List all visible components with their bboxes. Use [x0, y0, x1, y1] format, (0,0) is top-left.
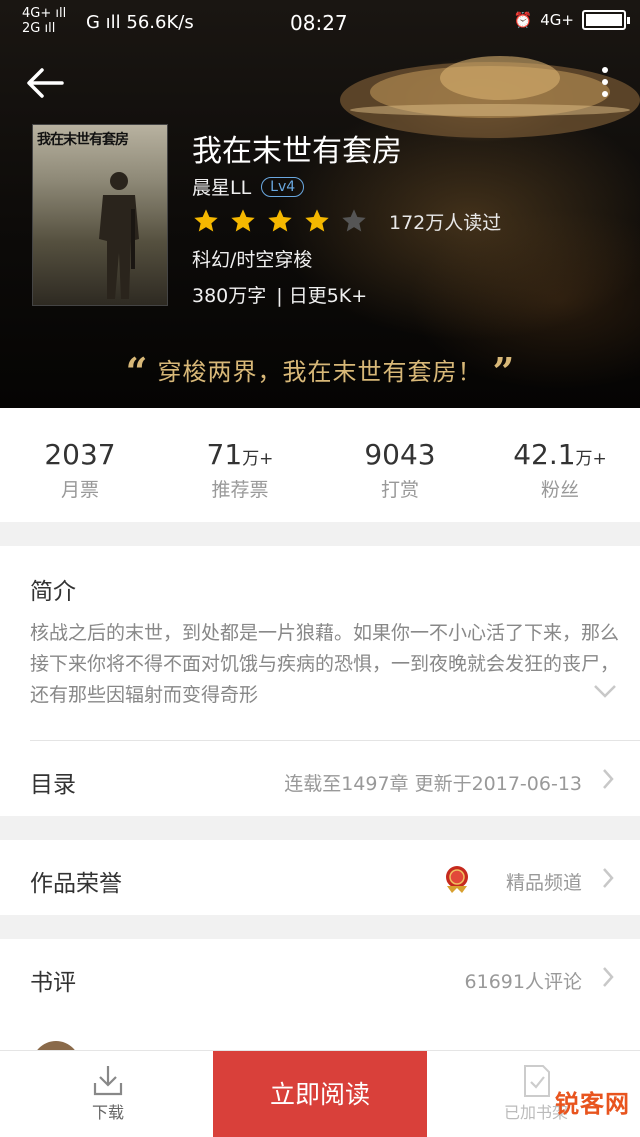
stat-value: 9043: [364, 438, 436, 471]
stat-value: 2037: [44, 438, 116, 471]
stat-unit: 万+: [242, 449, 274, 469]
star-filled-icon: [231, 209, 255, 232]
author-level-badge: Lv4: [261, 176, 305, 197]
stat-label: 月票: [60, 479, 99, 501]
stats-bar: 2037 月票 71万+ 推荐票 9043 打赏 42.1万+ 粉丝: [0, 408, 640, 522]
open-quote-icon: “: [125, 348, 148, 394]
stat-recommend-tickets[interactable]: 71万+ 推荐票: [160, 408, 320, 522]
right-network-label: 4G+: [540, 11, 574, 29]
speed-label: 56.6K/s: [126, 12, 194, 33]
cover-title: 我在末世有套房: [37, 132, 129, 148]
stat-tips[interactable]: 9043 打赏: [320, 408, 480, 522]
star-filled-icon: [305, 209, 329, 232]
back-arrow-icon[interactable]: [22, 60, 68, 106]
medal-icon: [446, 866, 468, 893]
close-quote-icon: ”: [492, 348, 515, 394]
book-meta: 380万字 | 日更5K+: [192, 281, 367, 308]
alarm-icon: ⏰: [513, 11, 533, 29]
read-now-button[interactable]: 立即阅读: [213, 1051, 427, 1137]
stat-value: 71: [206, 438, 243, 471]
status-bar: 4G+ ıll 2G ıll G ıll 56.6K/s 08:27 ⏰ 4G+: [0, 0, 640, 44]
network-speed: G ıll 56.6K/s: [86, 12, 194, 33]
honor-label: 作品荣誉: [30, 871, 122, 897]
honor-row[interactable]: 作品荣誉 精品频道: [0, 840, 640, 915]
intro-title: 简介: [30, 579, 76, 605]
word-count: 380万字: [192, 285, 267, 307]
review-section: 书评 61691人评论: [0, 939, 640, 1089]
bottom-action-bar: 下载 立即阅读 已加书架 锐客网: [0, 1050, 640, 1137]
book-title: 我在末世有套房: [192, 134, 402, 169]
intro-fade: [380, 676, 590, 708]
bookshelf-check-icon: [524, 1065, 550, 1097]
chevron-right-icon: [603, 967, 614, 987]
signal-indicator: 4G+ ıll 2G ıll: [22, 6, 67, 36]
stat-unit: 万+: [575, 449, 607, 469]
download-icon: [93, 1066, 123, 1096]
update-rate: | 日更5K+: [276, 285, 368, 307]
stat-label: 打赏: [380, 479, 419, 501]
network-type: G: [86, 12, 100, 33]
table-of-contents-row[interactable]: 目录 连载至1497章 更新于2017-06-13: [0, 741, 640, 816]
toc-status: 连载至1497章 更新于2017-06-13: [284, 773, 582, 795]
signal-top-label: 4G+: [22, 6, 52, 21]
book-cover[interactable]: 我在末世有套房: [32, 124, 168, 306]
status-right: ⏰ 4G+: [513, 10, 630, 30]
watermark: 锐客网: [555, 1090, 630, 1118]
stat-fans[interactable]: 42.1万+ 粉丝: [480, 408, 640, 522]
author-name[interactable]: 晨星LL: [192, 173, 251, 200]
review-count: 61691人评论: [464, 971, 582, 993]
stat-value: 42.1: [513, 438, 576, 471]
star-filled-icon: [194, 209, 218, 232]
stat-monthly-tickets[interactable]: 2037 月票: [0, 408, 160, 522]
battery-icon: [582, 10, 630, 30]
author-row: 晨星LL Lv4: [192, 173, 305, 200]
chevron-right-icon: [603, 769, 614, 789]
chevron-right-icon: [603, 868, 614, 888]
book-header: 4G+ ıll 2G ıll G ıll 56.6K/s 08:27 ⏰ 4G+…: [0, 0, 640, 408]
chevron-down-icon[interactable]: [592, 682, 618, 700]
download-button[interactable]: 下载: [60, 1059, 156, 1131]
toc-label: 目录: [30, 772, 76, 798]
book-genre[interactable]: 科幻/时空穿梭: [192, 245, 312, 272]
star-filled-icon: [268, 209, 292, 232]
slogan-row: “ 穿梭两界，我在末世有套房！ ”: [0, 348, 640, 394]
stat-label: 粉丝: [540, 479, 579, 501]
more-options-icon[interactable]: [592, 62, 618, 102]
intro-section: 简介 核战之后的末世，到处都是一片狼藉。如果你一不小心活了下来，那么接下来你将不…: [0, 546, 640, 816]
book-slogan: 穿梭两界，我在末世有套房！: [157, 358, 483, 386]
review-label: 书评: [30, 970, 76, 996]
star-empty-icon: [342, 209, 366, 232]
review-header-row[interactable]: 书评 61691人评论: [0, 939, 640, 1014]
download-label: 下载: [91, 1103, 124, 1122]
honor-value: 精品频道: [505, 872, 582, 894]
rating-row: 172万人读过: [192, 207, 501, 235]
soldier-figure-image: [99, 172, 139, 299]
signal-bottom-label: 2G: [22, 21, 41, 36]
rating-stars: [192, 207, 377, 235]
reader-count: 172万人读过: [389, 211, 502, 234]
clock: 08:27: [290, 11, 348, 35]
stat-label: 推荐票: [211, 479, 269, 501]
